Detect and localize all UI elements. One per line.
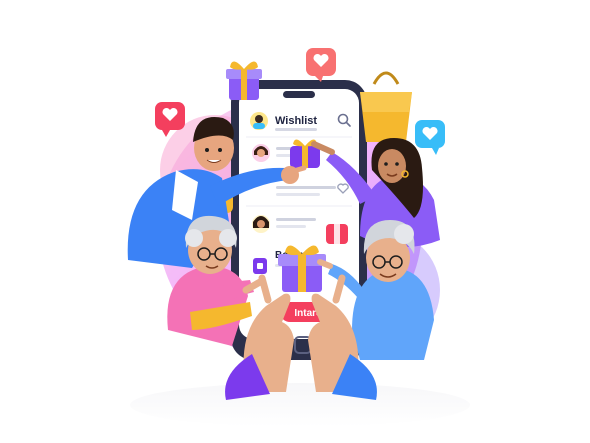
floor-shadow xyxy=(130,383,470,427)
avatar-icon xyxy=(255,115,263,123)
smartphone: Wishlist Intare xyxy=(231,80,367,360)
gift-icon xyxy=(326,224,348,244)
page-title: Wishlist xyxy=(275,115,317,127)
gift-icon xyxy=(226,61,262,100)
shopping-bag-icon xyxy=(360,71,412,142)
heart-badge xyxy=(306,48,336,82)
wishlist-illustration: Wishlist Intare xyxy=(127,48,470,427)
phone-notch xyxy=(283,91,315,98)
heart-badge xyxy=(415,120,445,155)
